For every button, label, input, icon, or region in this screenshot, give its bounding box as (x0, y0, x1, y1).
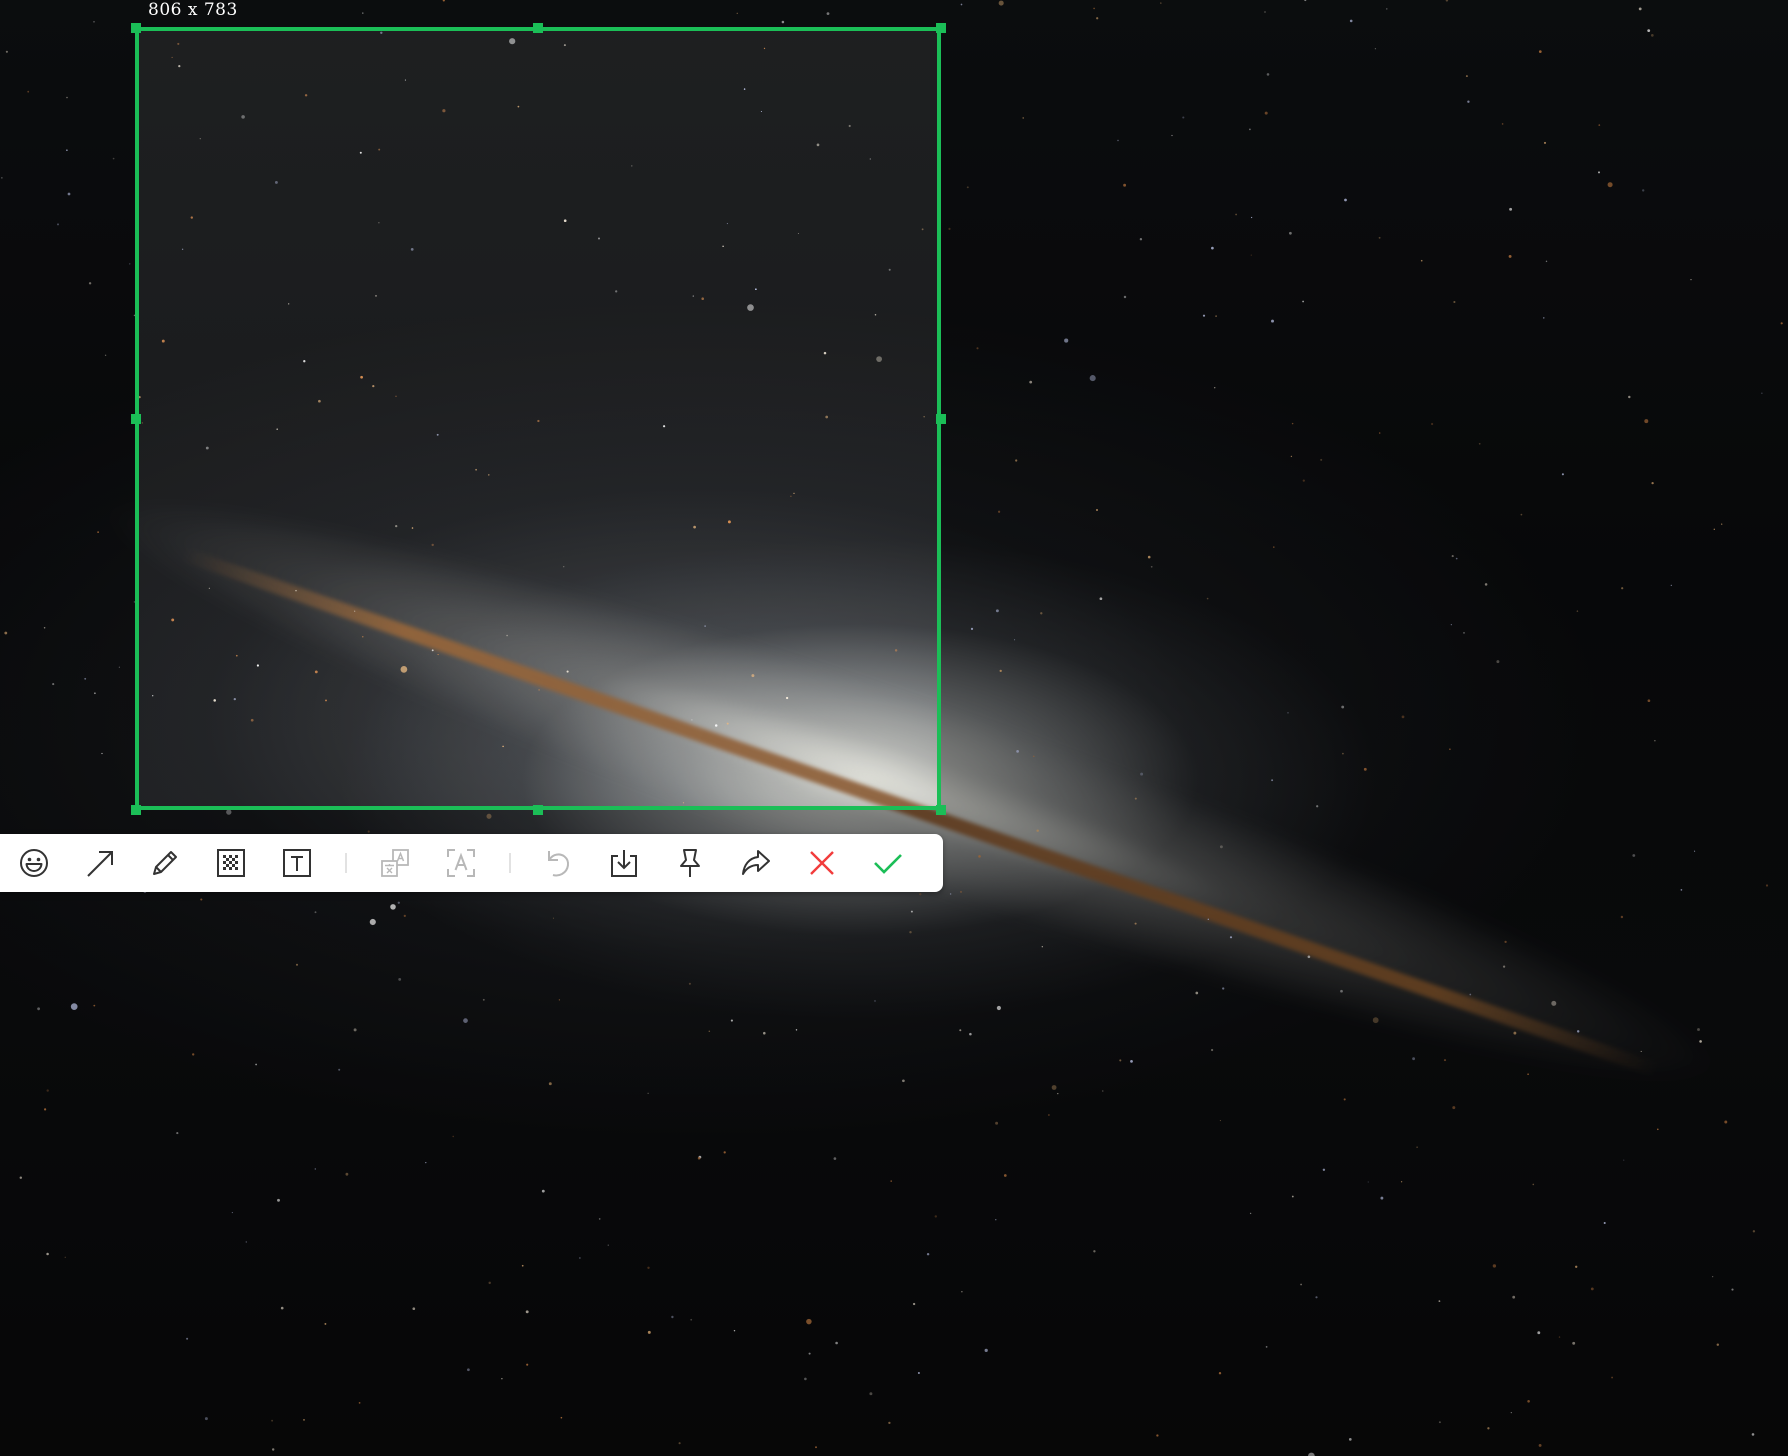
pin-icon (680, 849, 700, 877)
share-button[interactable] (736, 843, 776, 883)
undo-button[interactable] (539, 843, 579, 883)
screenshot-toolbar (0, 834, 943, 892)
download-icon (611, 850, 637, 877)
check-icon (874, 854, 902, 874)
ocr-button[interactable] (441, 843, 481, 883)
handle-top-center[interactable] (533, 23, 543, 33)
handle-middle-left[interactable] (131, 414, 141, 424)
cancel-button[interactable] (802, 843, 842, 883)
mosaic-button[interactable] (211, 843, 251, 883)
arrow-button[interactable] (80, 843, 120, 883)
handle-middle-right[interactable] (936, 414, 946, 424)
text-icon (283, 849, 311, 877)
handle-bottom-right[interactable] (936, 805, 946, 815)
handle-top-left[interactable] (131, 23, 141, 33)
close-icon (810, 851, 834, 875)
pencil-button[interactable] (145, 843, 185, 883)
emoji-button[interactable] (14, 843, 54, 883)
selection-size-label: 806 x 783 (148, 0, 238, 20)
emoji-icon (20, 849, 48, 877)
mosaic-icon (217, 849, 245, 877)
screenshot-canvas[interactable]: 806 x 783 (0, 0, 1788, 1456)
pin-button[interactable] (670, 843, 710, 883)
arrow-icon (87, 851, 113, 877)
pencil-icon (153, 851, 177, 875)
selection-box[interactable] (135, 27, 941, 810)
confirm-button[interactable] (868, 843, 908, 883)
translate-button[interactable] (375, 843, 415, 883)
toolbar-separator (509, 853, 511, 873)
handle-bottom-left[interactable] (131, 805, 141, 815)
share-icon (742, 850, 770, 875)
toolbar-separator (345, 853, 347, 873)
ocr-icon (447, 849, 475, 877)
save-button[interactable] (604, 843, 644, 883)
handle-bottom-center[interactable] (533, 805, 543, 815)
translate-icon (381, 849, 409, 877)
undo-icon (548, 851, 569, 877)
handle-top-right[interactable] (936, 23, 946, 33)
text-button[interactable] (277, 843, 317, 883)
